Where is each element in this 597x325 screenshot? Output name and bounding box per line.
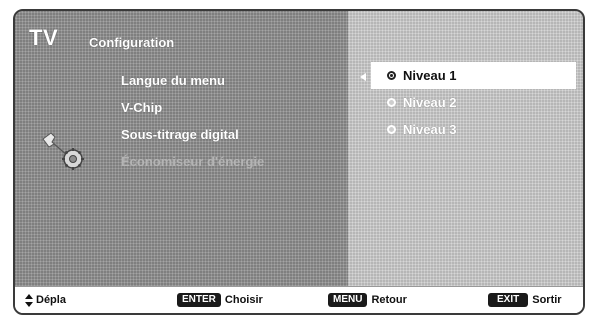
menu-item-langue[interactable]: Langue du menu bbox=[121, 67, 264, 94]
up-down-arrow-icon bbox=[25, 293, 34, 307]
option-niveau-3[interactable]: Niveau 3 bbox=[371, 116, 576, 143]
section-title: Configuration bbox=[89, 35, 175, 50]
option-niveau-2[interactable]: Niveau 2 bbox=[371, 89, 576, 116]
radio-icon bbox=[387, 125, 396, 134]
button-guide-bar: Dépla ENTER Choisir MENU Retour EXIT Sor… bbox=[15, 286, 583, 313]
radio-icon bbox=[387, 98, 396, 107]
radio-selected-icon bbox=[387, 71, 396, 80]
settings-menu-list: Langue du menu V-Chip Sous-titrage digit… bbox=[121, 67, 264, 175]
submenu-options: Niveau 1 Niveau 2 Niveau 3 bbox=[371, 62, 576, 143]
option-niveau-1[interactable]: Niveau 1 bbox=[371, 62, 576, 89]
tv-source-label: TV bbox=[29, 25, 59, 50]
tv-osd-window: TV Configuration Langue du menu V-Chip S… bbox=[13, 9, 585, 315]
menu-label: Retour bbox=[371, 294, 407, 306]
hint-menu: MENU Retour bbox=[328, 293, 407, 307]
option-label: Niveau 2 bbox=[403, 95, 457, 110]
option-label: Niveau 3 bbox=[403, 122, 457, 137]
hint-enter: ENTER Choisir bbox=[177, 293, 263, 307]
option-label: Niveau 1 bbox=[403, 68, 457, 83]
move-label: Dépla bbox=[36, 294, 66, 306]
menu-item-economiseur: Économiseur d'énergie bbox=[121, 154, 265, 169]
submenu-panel bbox=[348, 11, 583, 286]
exit-label: Sortir bbox=[532, 294, 562, 306]
left-arrow-icon bbox=[360, 73, 366, 81]
exit-key-icon: EXIT bbox=[488, 293, 529, 307]
menu-key-icon: MENU bbox=[328, 293, 368, 307]
enter-label: Choisir bbox=[224, 294, 263, 306]
hint-move: Dépla bbox=[25, 293, 66, 307]
settings-gear-icon bbox=[42, 132, 84, 170]
menu-item-v-chip[interactable]: V-Chip bbox=[121, 94, 264, 121]
enter-key-icon: ENTER bbox=[177, 293, 221, 307]
menu-item-sous-titrage[interactable]: Sous-titrage digital bbox=[121, 121, 264, 148]
hint-exit: EXIT Sortir bbox=[488, 293, 562, 307]
